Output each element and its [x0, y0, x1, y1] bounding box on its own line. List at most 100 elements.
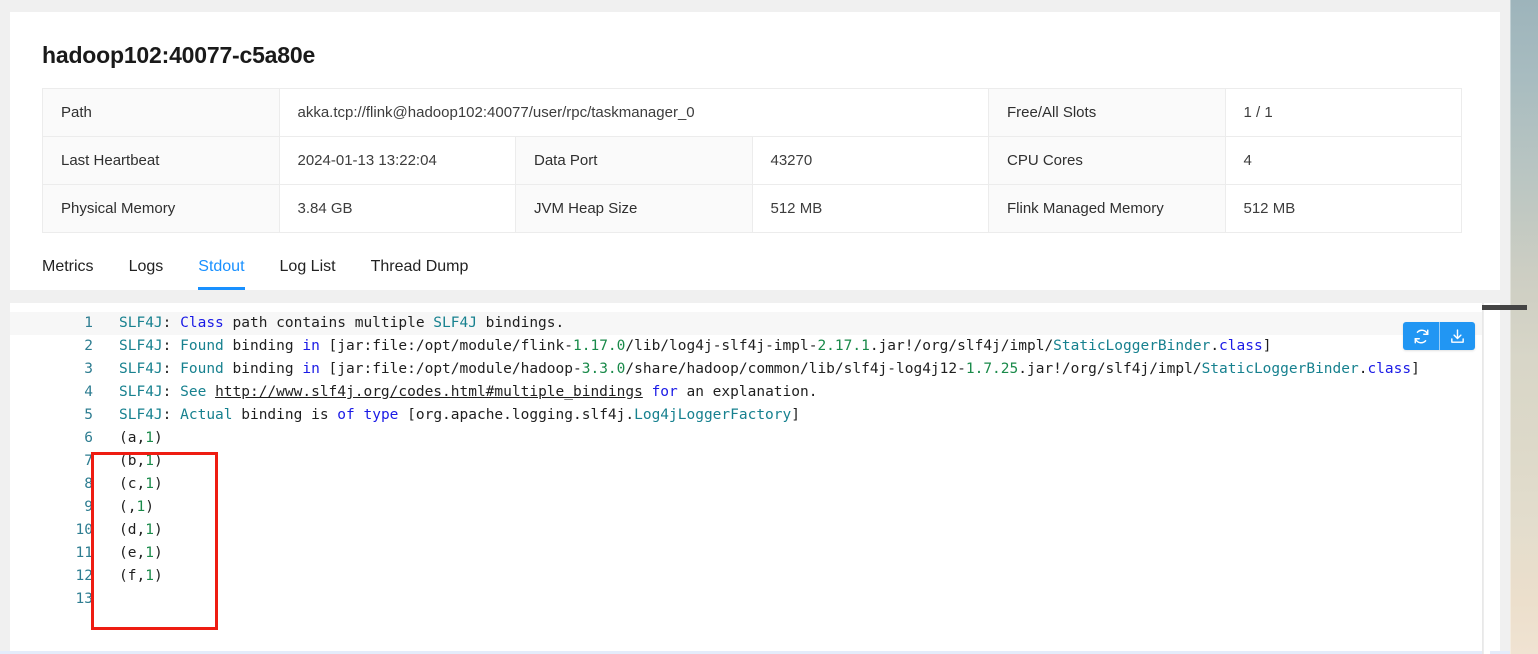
log-token: of — [337, 407, 355, 423]
log-token: : — [162, 315, 181, 331]
table-cell-label: Path — [42, 88, 280, 137]
log-token: (b, — [119, 453, 146, 469]
table-cell-label: CPU Cores — [988, 136, 1226, 185]
log-line: 13 — [10, 588, 1483, 611]
log-token: SLF4J — [119, 407, 163, 423]
log-token: ) — [153, 453, 163, 469]
log-line-number: 4 — [84, 384, 93, 400]
log-token: 1 — [145, 453, 154, 469]
log-token: : — [162, 407, 181, 423]
log-line: 2 SLF4J: Found binding in [jar:file:/opt/… — [10, 335, 1483, 358]
log-line: 10 (d,1) — [10, 519, 1483, 542]
log-token: [jar:file:/opt/module/flink- — [319, 338, 573, 354]
log-line: 3 SLF4J: Found binding in [jar:file:/opt/… — [10, 358, 1483, 381]
log-line-content: (,1) — [103, 496, 1483, 519]
log-token: [org.apache.logging.slf4j. — [398, 407, 635, 423]
tab-log-list[interactable]: Log List — [280, 256, 336, 290]
log-token: in — [302, 361, 320, 377]
log-line-number: 2 — [84, 338, 93, 354]
log-token: binding — [223, 338, 303, 354]
tab-thread-dump[interactable]: Thread Dump — [371, 256, 469, 290]
table-cell-label: Data Port — [515, 136, 753, 185]
log-token: 1 — [145, 476, 154, 492]
log-line-content: (c,1) — [103, 473, 1483, 496]
log-token: ) — [153, 476, 163, 492]
log-token: /share/hadoop/common/lib/slf4j-log4j12- — [625, 361, 966, 377]
log-token: ] — [1262, 338, 1272, 354]
log-token: type — [363, 407, 399, 423]
table-cell-label: Free/All Slots — [988, 88, 1226, 137]
refresh-button[interactable] — [1403, 322, 1439, 350]
log-scrollbar-thumb[interactable] — [1482, 305, 1527, 310]
log-line-number: 9 — [84, 499, 93, 515]
log-line-content — [103, 588, 1483, 611]
log-line: 7 (b,1) — [10, 450, 1483, 473]
log-token: 1 — [145, 545, 154, 561]
log-token: Found — [180, 361, 224, 377]
log-line: 6 (a,1) — [10, 427, 1483, 450]
tab-logs[interactable]: Logs — [129, 256, 164, 290]
log-code-area: 1 SLF4J: Class path contains multiple SLF… — [10, 312, 1483, 611]
stdout-log-panel: 1 SLF4J: Class path contains multiple SLF… — [10, 303, 1500, 654]
log-line: 12 (f,1) — [10, 565, 1483, 588]
window-edge-line — [1510, 0, 1511, 654]
log-token: SLF4J — [119, 384, 163, 400]
log-line-number: 11 — [75, 545, 93, 561]
log-token: class — [1219, 338, 1263, 354]
log-line-number: 8 — [84, 476, 93, 492]
log-token: (c, — [119, 476, 146, 492]
table-row: Physical Memory 3.84 GB JVM Heap Size 512 M… — [42, 184, 1462, 233]
log-token — [206, 384, 215, 400]
log-line: 4 SLF4J: See http://www.slf4j.org/codes.h… — [10, 381, 1483, 404]
log-token: Log4jLoggerFactory — [634, 407, 792, 423]
log-token: 1.7.25 — [965, 361, 1019, 377]
table-cell-value: 1 / 1 — [1224, 88, 1462, 137]
log-token: : — [162, 338, 181, 354]
log-token: SLF4J — [433, 315, 477, 331]
refresh-icon — [1413, 328, 1430, 345]
log-line: 5 SLF4J: Actual binding is of type [org.a… — [10, 404, 1483, 427]
log-token: ) — [153, 522, 163, 538]
table-cell-value: 512 MB — [1224, 184, 1462, 233]
log-viewport[interactable]: 1 SLF4J: Class path contains multiple SLF… — [10, 303, 1483, 654]
log-line-number: 1 — [10, 312, 103, 335]
tab-stdout[interactable]: Stdout — [198, 256, 245, 290]
log-token: See — [180, 384, 207, 400]
download-button[interactable] — [1439, 322, 1475, 350]
log-token: SLF4J — [119, 361, 163, 377]
log-token: (a, — [119, 430, 146, 446]
log-token: 1 — [136, 499, 146, 515]
log-token: /lib/log4j-slf4j-impl- — [625, 338, 818, 354]
table-cell-value: 2024-01-13 13:22:04 — [278, 136, 516, 185]
log-token: (e, — [119, 545, 146, 561]
log-token: an explanation. — [677, 384, 818, 400]
log-token: binding — [223, 361, 303, 377]
log-line-content: (b,1) — [103, 450, 1483, 473]
table-cell-label: Last Heartbeat — [42, 136, 280, 185]
app-root: hadoop102:40077-c5a80e Path akka.tcp://fl… — [0, 0, 1538, 654]
table-cell-value: 512 MB — [751, 184, 989, 233]
table-cell-value: 3.84 GB — [278, 184, 516, 233]
log-token: path contains multiple — [223, 315, 434, 331]
log-token: SLF4J — [119, 338, 163, 354]
log-link[interactable]: http://www.slf4j.org/codes.html#multiple… — [215, 384, 643, 400]
log-token: Class — [180, 315, 224, 331]
log-token: (, — [119, 499, 137, 515]
desktop-wallpaper-strip — [1510, 0, 1538, 654]
log-token: ] — [1411, 361, 1420, 377]
log-token: ) — [145, 499, 154, 515]
log-scrollbar-track[interactable] — [1483, 303, 1490, 654]
log-token: ] — [791, 407, 800, 423]
tab-metrics[interactable]: Metrics — [42, 256, 94, 290]
log-line-content: (d,1) — [103, 519, 1483, 542]
log-token: .jar!/org/slf4j/impl/ — [1018, 361, 1202, 377]
log-line-number: 7 — [84, 453, 93, 469]
log-line-number: 6 — [84, 430, 93, 446]
log-action-buttons[interactable] — [1403, 322, 1475, 350]
info-table-body: Path akka.tcp://flink@hadoop102:40077/use… — [42, 88, 1462, 233]
log-token: .jar!/org/slf4j/impl/ — [869, 338, 1054, 354]
log-token: : — [162, 361, 181, 377]
detail-tabs[interactable]: Metrics Logs Stdout Log List Thread Dump — [42, 256, 503, 300]
log-token: ) — [153, 430, 163, 446]
log-line-content: (e,1) — [103, 542, 1483, 565]
